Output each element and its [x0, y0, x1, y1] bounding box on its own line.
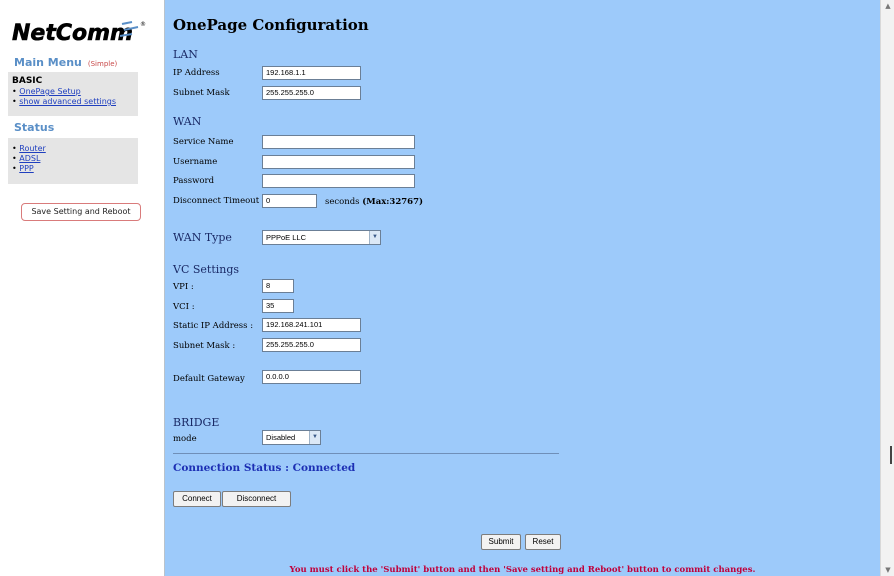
lan-heading: LAN	[173, 48, 198, 61]
timeout-suffix-text: seconds	[325, 197, 360, 207]
chevron-down-icon: ▼	[369, 231, 380, 244]
save-setting-reboot-button[interactable]: Save Setting and Reboot	[21, 203, 141, 221]
timeout-suffix: seconds (Max:32767)	[325, 197, 423, 207]
wan-type-select[interactable]: PPPoE LLC ▼	[262, 230, 381, 245]
svg-text:®: ®	[140, 21, 146, 28]
basic-title: BASIC	[12, 76, 43, 86]
default-gateway-label: Default Gateway	[173, 374, 245, 384]
disconnect-button[interactable]: Disconnect	[222, 491, 291, 507]
service-name-field[interactable]	[262, 135, 415, 149]
ip-address-label: IP Address	[173, 68, 220, 78]
static-ip-field[interactable]: 192.168.241.101	[262, 318, 361, 332]
disconnect-timeout-field[interactable]: 0	[262, 194, 317, 208]
commit-notice: You must click the 'Submit' button and t…	[289, 565, 756, 575]
netcomm-logo: NetComm ®	[12, 21, 146, 47]
disconnect-timeout-label: Disconnect Timeout	[173, 196, 260, 206]
connect-button[interactable]: Connect	[173, 491, 221, 507]
router-link[interactable]: Router	[19, 144, 46, 153]
status-panel: Router ADSL PPP	[8, 138, 138, 184]
static-ip-label: Static IP Address :	[173, 321, 254, 331]
main-menu-heading: Main Menu (Simple)	[14, 56, 117, 69]
main-content: OnePage Configuration LAN IP Address 192…	[165, 0, 880, 576]
chevron-down-icon: ▼	[309, 431, 320, 444]
vci-label: VCI :	[173, 302, 195, 312]
password-label: Password	[173, 176, 215, 186]
vci-field[interactable]: 35	[262, 299, 294, 313]
sidebar-item-ppp[interactable]: PPP	[12, 164, 138, 174]
bridge-mode-select[interactable]: Disabled ▼	[262, 430, 321, 445]
vertical-scrollbar[interactable]: ▲ ▼	[880, 0, 894, 576]
wan-type-label: WAN Type	[173, 231, 232, 244]
reset-button[interactable]: Reset	[525, 534, 561, 550]
default-gateway-field[interactable]: 0.0.0.0	[262, 370, 361, 384]
bridge-mode-label: mode	[173, 434, 197, 444]
subnet-mask-label: Subnet Mask	[173, 88, 230, 98]
bridge-heading: BRIDGE	[173, 416, 220, 429]
submit-button[interactable]: Submit	[481, 534, 521, 550]
show-advanced-link[interactable]: show advanced settings	[19, 97, 116, 106]
status-heading: Status	[14, 121, 55, 134]
username-label: Username	[173, 157, 218, 167]
sidebar-item-router[interactable]: Router	[12, 144, 138, 154]
vc-subnet-mask-field[interactable]: 255.255.255.0	[262, 338, 361, 352]
divider	[173, 453, 559, 454]
sidebar-item-onepage-setup[interactable]: OnePage Setup	[12, 87, 138, 97]
service-name-label: Service Name	[173, 137, 234, 147]
wan-heading: WAN	[173, 115, 202, 128]
ip-address-field[interactable]: 192.168.1.1	[262, 66, 361, 80]
timeout-max: (Max:32767)	[362, 197, 424, 207]
vpi-field[interactable]: 8	[262, 279, 294, 293]
page-title: OnePage Configuration	[173, 16, 369, 34]
ppp-link[interactable]: PPP	[19, 164, 33, 173]
main-menu-label: Main Menu	[14, 56, 82, 69]
subnet-mask-field[interactable]: 255.255.255.0	[262, 86, 361, 100]
svg-text:NetComm: NetComm	[12, 21, 133, 46]
sidebar-item-advanced[interactable]: show advanced settings	[12, 97, 138, 107]
vpi-label: VPI :	[173, 282, 194, 292]
vc-settings-heading: VC Settings	[173, 263, 240, 276]
connection-status: Connection Status : Connected	[173, 462, 356, 474]
scroll-thumb[interactable]	[890, 446, 892, 464]
bridge-mode-value: Disabled	[266, 433, 296, 442]
basic-panel: BASIC OnePage Setup show advanced settin…	[8, 72, 138, 116]
onepage-setup-link[interactable]: OnePage Setup	[19, 87, 80, 96]
password-field[interactable]	[262, 174, 415, 188]
adsl-link[interactable]: ADSL	[19, 154, 40, 163]
username-field[interactable]	[262, 155, 415, 169]
wan-type-value: PPPoE LLC	[266, 233, 307, 242]
simple-tag: (Simple)	[87, 60, 118, 68]
scroll-up-icon[interactable]: ▲	[883, 1, 893, 11]
sidebar-item-adsl[interactable]: ADSL	[12, 154, 138, 164]
vc-subnet-mask-label: Subnet Mask :	[173, 341, 236, 351]
sidebar: NetComm ® Main Menu (Simple) BASIC OnePag…	[0, 0, 165, 576]
scroll-down-icon[interactable]: ▼	[883, 565, 893, 575]
